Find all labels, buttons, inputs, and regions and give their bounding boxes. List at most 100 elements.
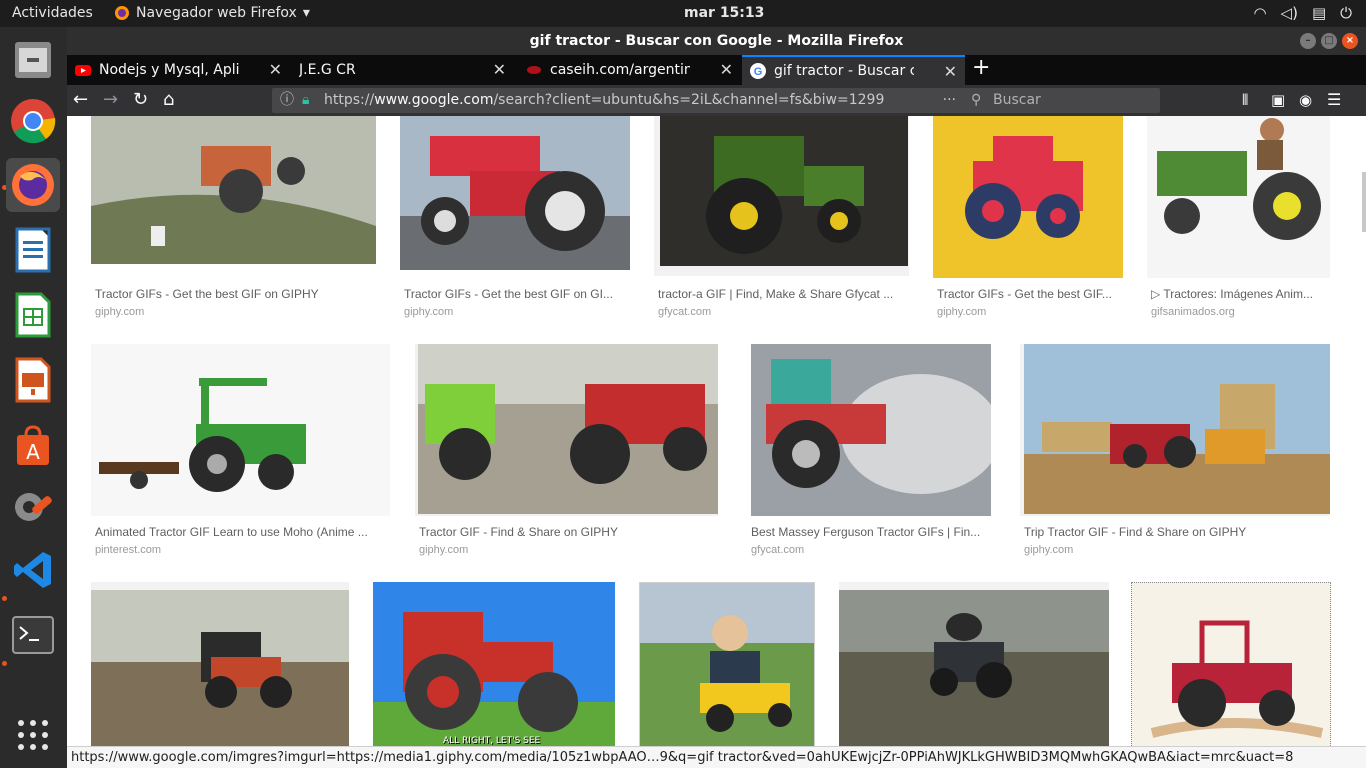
red-tractor-image [400, 116, 630, 270]
result-site: giphy.com [404, 306, 454, 318]
chrome-launcher[interactable] [6, 94, 60, 148]
page-actions-icon[interactable]: ··· [938, 88, 960, 113]
result-site: gfycat.com [751, 544, 805, 556]
result-thumbnail[interactable] [415, 344, 718, 516]
orange-tractor-road-image [91, 590, 349, 746]
close-tab-icon[interactable]: ✕ [493, 60, 506, 79]
result-site: giphy.com [1024, 544, 1074, 556]
window-titlebar[interactable]: gif tractor - Buscar con Google - Mozill… [67, 27, 1366, 55]
close-window-button[interactable]: × [1342, 33, 1358, 49]
result-thumbnail[interactable] [639, 582, 815, 746]
tab-gif-tractor[interactable]: G gif tractor - Buscar con G ✕ [742, 55, 965, 85]
app-menu[interactable]: Navegador web Firefox ▾ [114, 5, 310, 21]
app-menu-label: Navegador web Firefox [136, 5, 297, 21]
result-thumbnail[interactable]: ALL RIGHT, LET'S SEE [373, 582, 615, 746]
result-thumbnail[interactable] [1131, 582, 1331, 746]
google-icon: G [750, 63, 766, 79]
result-title[interactable]: ▷ Tractores: Imágenes Anim... [1151, 287, 1329, 301]
show-applications-button[interactable] [6, 708, 60, 762]
volume-icon[interactable]: ◁) [1281, 4, 1298, 22]
image-caption: ALL RIGHT, LET'S SEE [443, 736, 541, 746]
result-title[interactable]: Tractor GIFs - Get the best GIF... [937, 287, 1122, 301]
search-placeholder: Buscar [993, 92, 1041, 108]
result-site: giphy.com [937, 306, 987, 318]
url-bar[interactable]: ⓘ 🔒︎ https://www.google.com/search?clien… [272, 88, 1020, 113]
tab-jeg-cr[interactable]: J.E.G CR ✕ [291, 55, 514, 85]
maximize-button[interactable]: □ [1321, 33, 1337, 49]
wifi-icon[interactable]: ◠ [1253, 4, 1266, 22]
result-thumbnail[interactable] [91, 582, 349, 746]
result-title[interactable]: Trip Tractor GIF - Find & Share on GIPHY [1024, 525, 1324, 539]
window-controls: – □ × [1300, 33, 1358, 49]
vscode-icon [14, 552, 51, 588]
result-title[interactable]: Tractor GIFs - Get the best GIF on GIPHY [95, 287, 380, 301]
settings-launcher[interactable] [6, 480, 60, 534]
lock-icon[interactable]: 🔒︎ [302, 88, 309, 113]
navigation-toolbar: ← → ↻ ⌂ ⓘ 🔒︎ https://www.google.com/sear… [67, 85, 1366, 116]
close-tab-icon[interactable]: ✕ [269, 60, 282, 79]
result-title[interactable]: Animated Tractor GIF Learn to use Moho (… [95, 525, 385, 539]
reload-icon[interactable]: ↻ [133, 89, 148, 110]
result-title[interactable]: tractor-a GIF | Find, Make & Share Gfyca… [658, 287, 908, 301]
close-tab-icon[interactable]: ✕ [720, 60, 733, 79]
library-icon[interactable]: ⫴ [1242, 91, 1248, 109]
writer-document-icon [15, 227, 51, 273]
info-icon[interactable]: ⓘ [280, 88, 294, 113]
svg-text:A: A [26, 440, 40, 464]
simpsons-tractor-image [373, 582, 615, 746]
clipboard-icon[interactable]: ▤ [1312, 4, 1326, 22]
green-tractor-image [660, 116, 908, 266]
tab-nodejs[interactable]: Nodejs y Mysql, Aplicaci ✕ [67, 55, 290, 85]
result-thumbnail[interactable] [839, 582, 1109, 746]
minimize-button[interactable]: – [1300, 33, 1316, 49]
farmer-tractor-image [1147, 116, 1330, 278]
drawn-red-tractor-image [1132, 583, 1330, 746]
menu-hamburger-icon[interactable]: ☰ [1327, 90, 1341, 109]
firefox-launcher[interactable] [6, 158, 60, 212]
home-icon[interactable]: ⌂ [163, 89, 174, 110]
result-title[interactable]: Best Massey Ferguson Tractor GIFs | Fin.… [751, 525, 991, 539]
result-thumbnail[interactable] [933, 116, 1123, 278]
power-icon[interactable]: ⏻ [1340, 4, 1352, 22]
youtube-icon [75, 65, 91, 76]
sidebar-icon[interactable]: ▣ [1271, 91, 1285, 109]
tab-caseih[interactable]: caseih.com/argentina/es ✕ [518, 55, 741, 85]
account-icon[interactable]: ◉ [1299, 91, 1312, 109]
impress-launcher[interactable] [6, 353, 60, 407]
files-launcher[interactable] [6, 33, 60, 87]
forward-arrow-icon[interactable]: → [103, 89, 118, 110]
vscode-launcher[interactable] [6, 543, 60, 597]
search-icon: ⚲ [971, 92, 982, 108]
clock[interactable]: mar 15:13 [684, 5, 764, 21]
calc-launcher[interactable] [6, 288, 60, 342]
url-host: www.google.com [374, 92, 494, 108]
close-tab-icon[interactable]: ✕ [944, 62, 957, 81]
result-title[interactable]: Tractor GIF - Find & Share on GIPHY [419, 525, 719, 539]
terminal-icon [12, 616, 54, 654]
result-thumbnail[interactable] [1147, 116, 1330, 278]
result-thumbnail[interactable] [1020, 344, 1330, 516]
launcher-dock: A [0, 27, 67, 768]
activities-button[interactable]: Actividades [12, 5, 93, 21]
settings-wrench-icon [15, 493, 52, 521]
result-thumbnail[interactable] [654, 116, 909, 276]
page-scrollbar[interactable] [1362, 172, 1366, 232]
system-tray[interactable]: ◠ ◁) ▤ ⏻ [1253, 4, 1352, 22]
writer-launcher[interactable] [6, 223, 60, 277]
result-title[interactable]: Tractor GIFs - Get the best GIF on GI... [404, 287, 629, 301]
url-scheme: https:// [324, 92, 375, 108]
back-arrow-icon[interactable]: ← [73, 89, 88, 110]
result-thumbnail[interactable] [91, 116, 376, 264]
calc-spreadsheet-icon [15, 292, 51, 338]
search-bar[interactable]: ⚲ Buscar [963, 88, 1160, 113]
result-thumbnail[interactable] [751, 344, 991, 516]
result-thumbnail[interactable] [91, 344, 390, 516]
firefox-icon [115, 6, 129, 20]
firefox-icon [12, 164, 54, 206]
terminal-launcher[interactable] [6, 608, 60, 662]
software-launcher[interactable]: A [6, 418, 60, 472]
chevron-down-icon: ▾ [302, 5, 310, 21]
result-thumbnail[interactable] [400, 116, 630, 270]
new-tab-button[interactable]: + [972, 55, 990, 80]
result-site: giphy.com [95, 306, 145, 318]
